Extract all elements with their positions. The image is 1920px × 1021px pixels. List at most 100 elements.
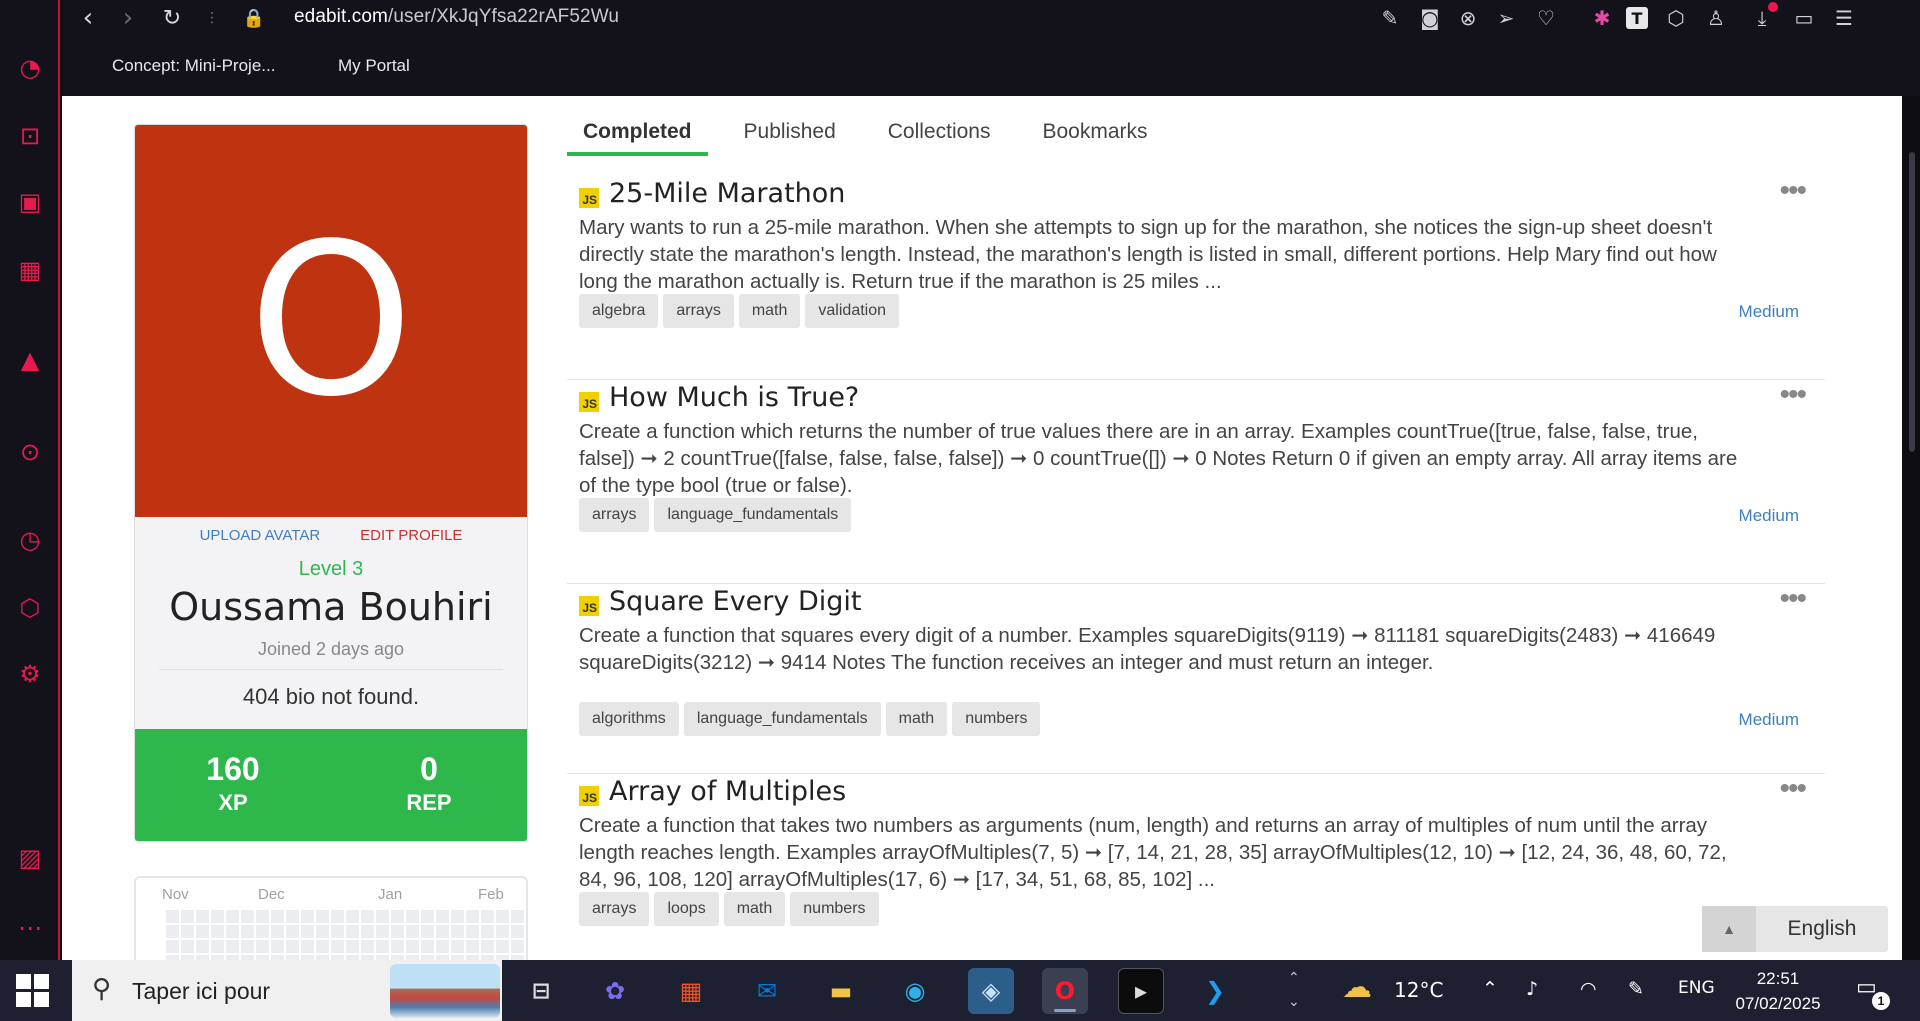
edit-share-icon[interactable]: ✎ [1376, 4, 1404, 32]
edge-icon[interactable]: ◉ [892, 968, 938, 1014]
search-placeholder: Taper ici pour [132, 978, 271, 1004]
weather-temp[interactable]: 12°C [1394, 978, 1443, 1002]
caret-up-icon[interactable]: ▲ [1702, 906, 1756, 952]
tab-published[interactable]: Published [728, 110, 852, 156]
gallery-icon[interactable]: ▨ [14, 842, 46, 874]
menu-icon[interactable]: ☰ [1830, 4, 1858, 32]
microsoft-store-icon[interactable]: ▦ [668, 968, 714, 1014]
show-hidden-icons[interactable]: ⌃ [1482, 978, 1498, 1000]
forward-icon[interactable]: › [110, 2, 146, 34]
challenge-title[interactable]: 25-Mile Marathon [609, 178, 845, 209]
task-view-icon[interactable]: ⊟ [518, 968, 564, 1014]
user-bio: 404 bio not found. [242, 684, 420, 709]
wifi-icon[interactable]: ◠ [1580, 978, 1597, 1000]
more-options-icon[interactable]: ••• [1779, 380, 1806, 410]
tag[interactable]: arrays [579, 892, 650, 926]
edit-profile-link[interactable]: EDIT PROFILE [360, 527, 462, 544]
js-language-icon: JS [579, 188, 599, 208]
tag[interactable]: arrays [663, 294, 734, 328]
terminal-icon[interactable]: ▸ [1118, 968, 1164, 1014]
reload-icon[interactable]: ↻ [154, 2, 190, 34]
tag[interactable]: language_fundamentals [654, 498, 852, 532]
clock[interactable]: 22:51 07/02/2025 [1728, 966, 1828, 1016]
taskbar-search[interactable]: ⚲ Taper ici pour [72, 960, 502, 1021]
challenge-item[interactable]: JS Array of Multiples ••• Create a funct… [567, 774, 1825, 960]
tag[interactable]: validation [805, 294, 900, 328]
send-icon[interactable]: ➢ [1492, 4, 1520, 32]
stat-rep-value: 0 [420, 751, 438, 787]
tag[interactable]: numbers [952, 702, 1041, 736]
challenge-title[interactable]: Array of Multiples [609, 776, 846, 807]
history-icon[interactable]: ◷ [14, 524, 46, 556]
tag[interactable]: loops [654, 892, 719, 926]
language-button[interactable]: ▲ English [1702, 906, 1888, 952]
more-options-icon[interactable]: ••• [1779, 774, 1806, 804]
tag[interactable]: language_fundamentals [683, 702, 881, 736]
more-icon[interactable]: ⋯ [14, 912, 46, 944]
challenge-title[interactable]: Square Every Digit [609, 586, 861, 617]
challenge-item[interactable]: JS Square Every Digit ••• Create a funct… [567, 584, 1825, 774]
tab-collections[interactable]: Collections [872, 110, 1007, 156]
tag[interactable]: math [885, 702, 948, 736]
settings-gear-icon[interactable]: ⚙ [14, 658, 46, 690]
tag[interactable]: algebra [579, 294, 659, 328]
tag[interactable]: math [738, 294, 801, 328]
camera-icon[interactable]: ◙ [1416, 4, 1444, 32]
tag[interactable]: algorithms [579, 702, 679, 736]
search-icon: ⚲ [92, 974, 112, 1004]
more-options-icon[interactable]: ••• [1779, 584, 1806, 614]
input-language[interactable]: ENG [1678, 978, 1715, 998]
upload-avatar-link[interactable]: UPLOAD AVATAR [200, 527, 321, 544]
challenge-title[interactable]: How Much is True? [609, 382, 859, 413]
cpu-icon[interactable]: ▦ [14, 254, 46, 286]
scroll-thumb[interactable] [1909, 152, 1915, 452]
challenge-tags: arrays language_fundamentals [579, 498, 852, 532]
bookmark-my-portal[interactable]: My Portal [338, 56, 410, 76]
extensions-cube-icon[interactable]: ⬡ [14, 592, 46, 624]
volume-icon[interactable]: ♪ [1526, 978, 1538, 1000]
url-path: /user/XkJqYfsa22rAF52Wu [387, 6, 620, 27]
profile-icon[interactable]: ♙ [1702, 4, 1730, 32]
opera-icon[interactable]: O [1042, 968, 1088, 1014]
tag[interactable]: arrays [579, 498, 650, 532]
scroll-tray-icon[interactable]: ⌃ ⌄ [1288, 966, 1300, 1014]
aria-icon[interactable]: ▲ [14, 344, 46, 376]
file-explorer-icon[interactable]: ▬ [818, 968, 864, 1014]
calendar-month: Jan [378, 886, 403, 903]
vscode-icon[interactable]: ❯ [1192, 968, 1238, 1014]
windows-start-icon[interactable] [16, 974, 50, 1008]
language-label[interactable]: English [1756, 906, 1888, 952]
challenge-item[interactable]: JS 25-Mile Marathon ••• Mary wants to ru… [567, 176, 1825, 380]
battery-saver-icon[interactable]: ▭ [1790, 4, 1818, 32]
extension-colorful-icon[interactable]: ✱ [1588, 4, 1616, 32]
address-bar[interactable]: edabit.com/user/XkJqYfsa22rAF52Wu [294, 6, 619, 28]
back-icon[interactable]: ‹ [70, 2, 106, 34]
heart-icon[interactable]: ♡ [1532, 4, 1560, 32]
weather-icon[interactable]: ☁ [1342, 970, 1372, 1005]
outlook-icon[interactable]: ✉ [744, 968, 790, 1014]
lock-icon[interactable]: 🔒 [242, 2, 266, 34]
pen-icon[interactable]: ✎ [1628, 978, 1644, 1000]
briefcase-icon[interactable]: ⊡ [14, 120, 46, 152]
tag[interactable]: math [723, 892, 786, 926]
copilot-icon[interactable]: ✿ [592, 968, 638, 1014]
tag[interactable]: numbers [790, 892, 879, 926]
js-language-icon: JS [579, 392, 599, 412]
stat-xp-value: 160 [206, 751, 260, 787]
bookmark-concept[interactable]: Concept: Mini-Proje... [112, 56, 275, 76]
url-host: edabit.com [294, 6, 388, 27]
box-extension-icon[interactable]: ⬡ [1662, 4, 1690, 32]
tab-completed[interactable]: Completed [567, 110, 708, 156]
extension-t-icon[interactable]: T [1626, 7, 1648, 29]
challenge-item[interactable]: JS How Much is True? ••• Create a functi… [567, 380, 1825, 584]
tab-bookmarks[interactable]: Bookmarks [1026, 110, 1163, 156]
player-icon[interactable]: ⊙ [14, 436, 46, 468]
twitch-icon[interactable]: ▣ [14, 186, 46, 218]
adblock-icon[interactable]: ⊗ [1454, 4, 1482, 32]
challenge-description: Create a function which returns the numb… [579, 420, 1738, 497]
speed-dial-icon[interactable]: ◔ [14, 52, 46, 84]
page-scrollbar[interactable] [1902, 96, 1920, 960]
more-options-icon[interactable]: ••• [1779, 176, 1806, 206]
mysql-workbench-icon[interactable]: ◈ [968, 968, 1014, 1014]
profile-tabs: Completed Published Collections Bookmark… [567, 110, 1184, 156]
